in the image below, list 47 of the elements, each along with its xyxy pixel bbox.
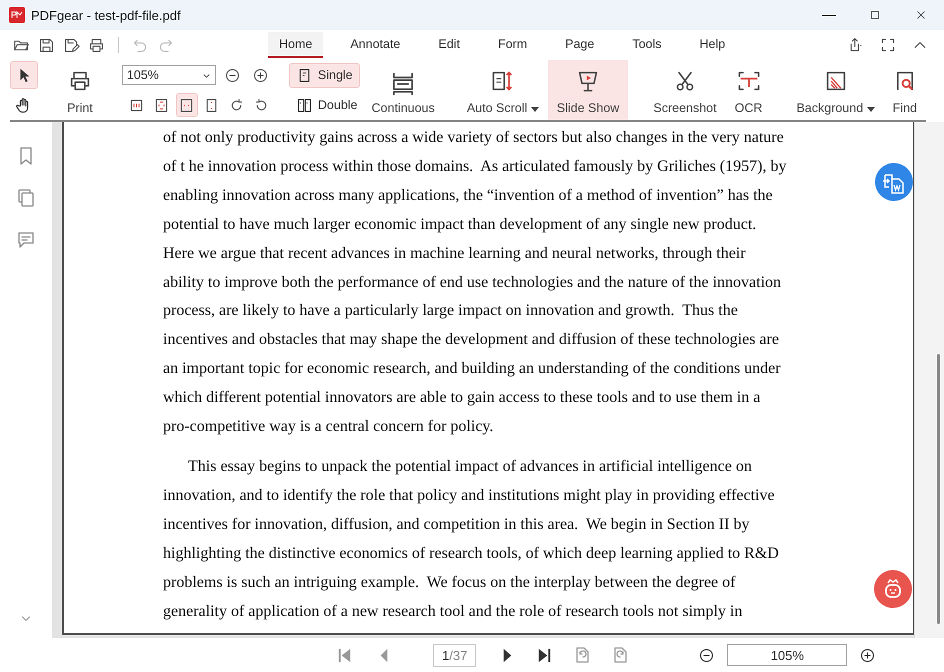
comment-icon bbox=[16, 230, 36, 250]
scrollbar[interactable] bbox=[914, 122, 944, 638]
scrollbar-thumb[interactable] bbox=[937, 354, 940, 624]
menu-tab[interactable]: Page bbox=[554, 32, 606, 58]
zoom-out-icon bbox=[698, 646, 716, 664]
printer-icon bbox=[88, 36, 105, 54]
app-logo-icon bbox=[9, 7, 25, 23]
single-page-button[interactable]: Single bbox=[288, 62, 360, 88]
zoom-in-icon bbox=[859, 646, 876, 664]
ocr-button[interactable]: OCR bbox=[726, 60, 772, 120]
window-title: PDFgear - test-pdf-file.pdf bbox=[31, 8, 182, 22]
background-button[interactable]: Background bbox=[787, 60, 884, 120]
zoom-combobox[interactable]: 105% bbox=[122, 65, 216, 85]
fit-width-button[interactable] bbox=[176, 93, 198, 117]
menu-tab[interactable]: Edit bbox=[427, 32, 471, 58]
maximize-icon bbox=[868, 8, 882, 22]
screenshot-button[interactable]: Screenshot bbox=[644, 60, 726, 120]
print-button[interactable]: Print bbox=[54, 60, 106, 120]
find-button[interactable]: Find bbox=[884, 60, 926, 120]
double-page-icon bbox=[296, 96, 313, 114]
menu-tab[interactable]: Annotate bbox=[339, 32, 412, 58]
paragraph: of not only productivity gains across a wide variety of sectors but also changes in the very nature of t he innovation process within those domains. As articulated famously by Griliches (1957), by enabling innovation across many applications, the “invention of a method of invention” has the potential to have much larger economic impact than development of any single new product. Here we argue that recent advances in machine learning and neural networks, through their ability to improve both the performance of end use technologies and the nature of the innovation process, are likely to have a particularly large impact on innovation and growth. Thus the incentives and obstacles that may shape the development and diffusion of these technologies are an important topic for economic research, and building an understanding of the conditions under which different potential innovators are able to gain access to these tools and to use them in a pro-competitive way is a central concern for policy. bbox=[163, 128, 786, 438]
ocr-scan-icon bbox=[736, 69, 760, 93]
double-page-button[interactable]: Double bbox=[288, 92, 365, 118]
zoom-in-button[interactable] bbox=[859, 646, 876, 664]
page-number-field[interactable]: 1 bbox=[442, 648, 450, 662]
fullscreen-button[interactable] bbox=[880, 37, 896, 53]
auto-scroll-icon bbox=[490, 69, 515, 93]
minimize-icon bbox=[822, 14, 836, 16]
zoom-out-icon bbox=[224, 66, 242, 84]
page-count-label: /37 bbox=[449, 648, 468, 662]
save-icon bbox=[38, 36, 55, 54]
menu-tab[interactable]: Home bbox=[268, 32, 324, 58]
pages-icon bbox=[16, 188, 36, 208]
zoom-field[interactable]: 105% bbox=[727, 644, 848, 666]
zoom-out-button[interactable] bbox=[698, 646, 716, 664]
paragraph: This essay begins to unpack the potential impact of advances in artificial intelligence on innovation, and to identify the role that policy and institutions might play in providing effective incentives for innovation, diffusion, and competition in this area. We begin in Section II by highlighting the distinctive economics of research tools, of which deep learning applied to R&D problems is such an intriguing example. We focus on the interplay between the degree of generality of application of a new research tool and the role of research tools not simply in bbox=[163, 456, 779, 622]
auto-scroll-button[interactable]: Auto Scroll bbox=[458, 60, 548, 120]
select-tool-button[interactable] bbox=[10, 61, 38, 89]
slide-show-button[interactable]: Slide Show bbox=[548, 60, 628, 120]
menu-tab[interactable]: Tools bbox=[621, 32, 672, 58]
menu-tab[interactable]: Form bbox=[486, 32, 538, 58]
menu-tab[interactable]: Help bbox=[688, 32, 736, 58]
zoom-in-icon bbox=[252, 66, 270, 84]
save-edit-icon bbox=[63, 36, 80, 54]
fullscreen-icon bbox=[880, 37, 896, 53]
continuous-page-button[interactable]: Continuous bbox=[364, 60, 442, 120]
